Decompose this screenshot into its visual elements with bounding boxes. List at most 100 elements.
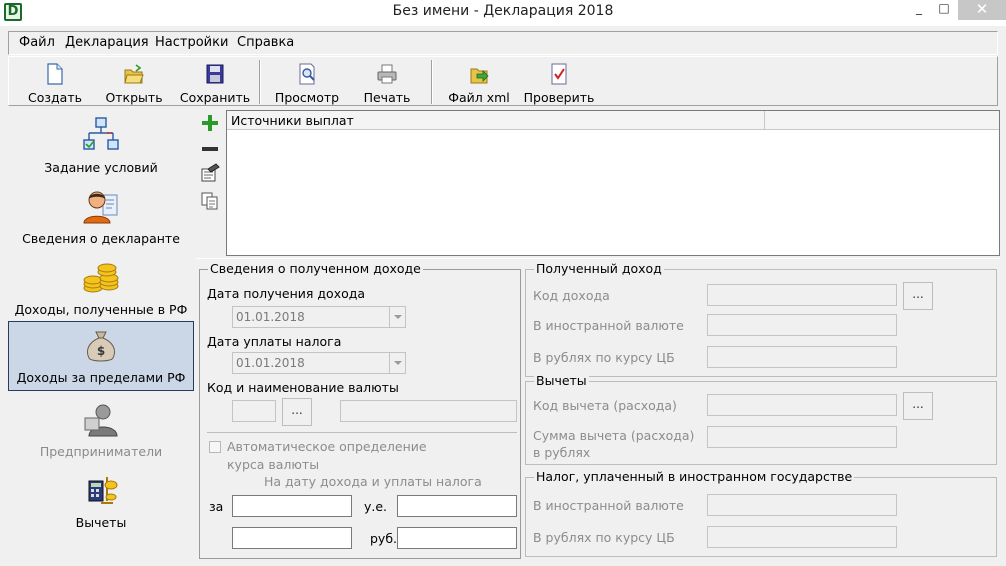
xml-export-icon bbox=[470, 68, 489, 84]
check-button[interactable]: Проверить bbox=[521, 61, 597, 105]
rate-units-input[interactable] bbox=[232, 495, 352, 517]
xml-file-button[interactable]: Файл xml bbox=[441, 61, 517, 105]
currency-code-input[interactable] bbox=[232, 400, 276, 422]
income-info-group: Сведения о полученном доходе Дата получе… bbox=[199, 261, 521, 559]
open-button[interactable]: Открыть bbox=[97, 61, 171, 105]
nav-item-label: Доходы за пределами РФ bbox=[16, 370, 186, 385]
save-button[interactable]: Сохранить bbox=[179, 61, 251, 105]
nav-item-entrepreneurs[interactable]: Предприниматели bbox=[8, 396, 194, 466]
open-folder-icon bbox=[124, 64, 144, 84]
income-rub-input[interactable] bbox=[707, 346, 897, 368]
nav-item-label: Доходы, полученные в РФ bbox=[14, 302, 188, 317]
window-title: Без имени - Декларация 2018 bbox=[392, 3, 614, 19]
menu-file[interactable]: Файл bbox=[19, 35, 55, 50]
rate-rub-input[interactable] bbox=[232, 527, 352, 549]
minimize-button[interactable]: _ bbox=[905, 0, 933, 20]
coins-stack-icon bbox=[83, 263, 119, 293]
income-foreign-input[interactable] bbox=[707, 314, 897, 336]
income-code-label: Код дохода bbox=[533, 288, 610, 303]
floppy-disk-icon bbox=[206, 64, 224, 84]
currency-name-input[interactable] bbox=[340, 400, 517, 422]
on-date-label: На дату дохода и уплаты налога bbox=[264, 474, 482, 489]
menu-bar: Файл Декларация Настройки Справка bbox=[8, 31, 998, 55]
auto-rate-label-2: курса валюты bbox=[227, 457, 320, 472]
rate-units-value-input[interactable] bbox=[397, 495, 517, 517]
left-navigation: Задание условий Сведения о декларанте До… bbox=[8, 110, 194, 566]
money-bag-icon: $ bbox=[86, 331, 116, 362]
rub-label: руб. bbox=[370, 531, 398, 546]
rub-cb-label: В рублях по курсу ЦБ bbox=[533, 530, 675, 545]
close-button[interactable]: ✕ bbox=[958, 0, 1006, 20]
person-icon bbox=[83, 191, 118, 224]
deduction-sum-label-2: в рублях bbox=[533, 445, 591, 460]
copy-source-icon[interactable] bbox=[200, 191, 220, 211]
deduction-code-input[interactable] bbox=[707, 394, 897, 416]
column-divider[interactable] bbox=[764, 111, 765, 130]
date-received-picker[interactable]: 01.01.2018 bbox=[232, 306, 406, 328]
foreign-currency-label: В иностранной валюте bbox=[533, 318, 684, 333]
nav-item-conditions[interactable]: Задание условий bbox=[8, 112, 194, 182]
toolbar-separator bbox=[259, 60, 261, 104]
income-code-input[interactable] bbox=[707, 284, 897, 306]
deduction-sum-input[interactable] bbox=[707, 426, 897, 448]
chevron-down-icon[interactable] bbox=[389, 353, 405, 373]
group-title: Вычеты bbox=[534, 373, 589, 388]
payment-sources-table[interactable]: Источники выплат bbox=[226, 110, 1000, 256]
date-tax-label: Дата уплаты налога bbox=[207, 334, 342, 349]
preview-button[interactable]: Просмотр bbox=[271, 61, 343, 105]
per-label: за bbox=[209, 499, 224, 514]
nav-item-label: Сведения о декларанте bbox=[22, 231, 180, 246]
foreign-tax-group: Налог, уплаченный в иностранном государс… bbox=[525, 469, 997, 557]
chevron-down-icon[interactable] bbox=[389, 307, 405, 327]
auto-rate-label: Автоматическое определение bbox=[227, 439, 427, 454]
save-label: Сохранить bbox=[179, 90, 251, 105]
printer-icon bbox=[377, 64, 397, 84]
nav-item-income-abroad[interactable]: $ Доходы за пределами РФ bbox=[8, 321, 194, 391]
group-title: Полученный доход bbox=[534, 261, 664, 276]
toolbar: Создать Открыть Сохранить Просмотр Печат… bbox=[8, 56, 998, 106]
deduction-code-label: Код вычета (расхода) bbox=[533, 398, 677, 413]
check-document-icon bbox=[551, 63, 567, 85]
edit-source-icon[interactable] bbox=[200, 163, 220, 183]
tax-rub-input[interactable] bbox=[707, 526, 897, 548]
units-label: у.е. bbox=[364, 499, 388, 514]
nav-item-label: Вычеты bbox=[75, 515, 127, 530]
toolbar-separator bbox=[431, 60, 433, 104]
menu-settings[interactable]: Настройки bbox=[155, 35, 228, 50]
currency-browse-button[interactable]: ... bbox=[282, 398, 312, 426]
received-income-group: Полученный доход Код дохода ... В иностр… bbox=[525, 261, 997, 377]
table-header: Источники выплат bbox=[227, 111, 999, 130]
print-button[interactable]: Печать bbox=[351, 61, 423, 105]
open-label: Открыть bbox=[105, 90, 163, 105]
create-button[interactable]: Создать bbox=[19, 61, 91, 105]
nav-item-income-rf[interactable]: Доходы, полученные в РФ bbox=[8, 254, 194, 324]
check-label: Проверить bbox=[523, 90, 595, 105]
date-tax-value: 01.01.2018 bbox=[236, 356, 305, 370]
rate-rub-value-input[interactable] bbox=[397, 527, 517, 549]
scales-calculator-icon bbox=[88, 477, 118, 504]
group-title: Налог, уплаченный в иностранном государс… bbox=[534, 469, 855, 484]
date-tax-picker[interactable]: 01.01.2018 bbox=[232, 352, 406, 374]
auto-rate-checkbox[interactable] bbox=[209, 441, 221, 453]
date-received-label: Дата получения дохода bbox=[207, 286, 366, 301]
tax-foreign-input[interactable] bbox=[707, 494, 897, 516]
menu-declaration[interactable]: Декларация bbox=[65, 35, 149, 50]
deductions-group: Вычеты Код вычета (расхода) ... Сумма вы… bbox=[525, 373, 997, 465]
income-code-browse-button[interactable]: ... bbox=[903, 282, 933, 310]
print-label: Печать bbox=[363, 90, 411, 105]
income-detail-panel: Сведения о полученном доходе Дата получе… bbox=[196, 258, 1000, 566]
maximize-button[interactable]: □ bbox=[930, 0, 958, 20]
deduction-code-browse-button[interactable]: ... bbox=[903, 392, 933, 420]
column-header-sources[interactable]: Источники выплат bbox=[231, 113, 354, 128]
foreign-currency-label: В иностранной валюте bbox=[533, 498, 684, 513]
remove-source-icon[interactable] bbox=[200, 139, 220, 159]
nav-item-deductions[interactable]: Вычеты bbox=[8, 467, 194, 537]
menu-help[interactable]: Справка bbox=[237, 35, 294, 50]
deduction-sum-label: Сумма вычета (расхода) bbox=[533, 428, 695, 443]
divider bbox=[207, 432, 517, 433]
nav-item-declarant[interactable]: Сведения о декларанте bbox=[8, 183, 194, 253]
add-source-icon[interactable] bbox=[200, 113, 220, 133]
nav-item-label: Предприниматели bbox=[39, 444, 163, 459]
nav-item-label: Задание условий bbox=[44, 160, 158, 175]
new-document-icon bbox=[47, 63, 63, 85]
